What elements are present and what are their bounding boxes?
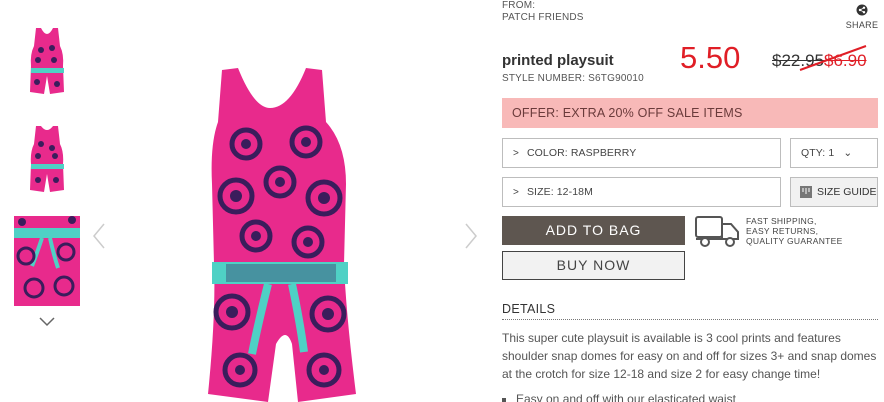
product-title: printed playsuit xyxy=(502,52,614,69)
chevron-down-icon: ⌄ xyxy=(843,147,853,159)
shipping-line: FAST SHIPPING, xyxy=(746,216,817,226)
ruler-icon xyxy=(800,186,812,198)
shipping-line: QUALITY GUARANTEE xyxy=(746,236,843,246)
from-label: FROM: xyxy=(502,0,536,11)
chevron-right-icon: > xyxy=(513,148,519,159)
size-guide-button[interactable]: SIZE GUIDE xyxy=(790,177,878,207)
shipping-line: EASY RETURNS, xyxy=(746,226,819,236)
thumbnail-front[interactable] xyxy=(14,26,80,98)
product-image xyxy=(208,68,356,402)
details-bullet: Easy on and off with our elasticated wai… xyxy=(502,392,736,402)
bullet-text: Easy on and off with our elasticated wai… xyxy=(516,392,736,402)
size-guide-label: SIZE GUIDE xyxy=(817,186,877,198)
details-heading: DETAILS xyxy=(502,302,556,316)
color-selector[interactable]: > COLOR: RASPBERRY xyxy=(502,138,781,168)
share-label: SHARE xyxy=(845,20,879,30)
thumbnail-back[interactable] xyxy=(14,124,80,196)
shipping-info: FAST SHIPPING, EASY RETURNS, QUALITY GUA… xyxy=(746,216,843,246)
share-button[interactable]: SHARE xyxy=(842,4,882,30)
thumbnail-detail[interactable] xyxy=(14,216,80,306)
details-description: This super cute playsuit is available is… xyxy=(502,331,877,381)
bullet-icon xyxy=(502,397,506,402)
offer-banner: OFFER: EXTRA 20% OFF SALE ITEMS xyxy=(502,98,878,128)
size-label: SIZE: 12-18M xyxy=(526,186,593,198)
quantity-label: QTY: 1 xyxy=(801,147,835,159)
details-divider xyxy=(502,319,878,320)
brand-link[interactable]: PATCH FRIENDS xyxy=(502,12,584,24)
chevron-left-icon[interactable] xyxy=(92,222,106,250)
buy-now-button[interactable]: BUY NOW xyxy=(502,251,685,280)
style-number: STYLE NUMBER: S6TG90010 xyxy=(502,73,644,84)
sale-price: 5.50 xyxy=(680,40,741,75)
quantity-selector[interactable]: QTY: 1 ⌄ xyxy=(790,138,878,168)
color-label: COLOR: RASPBERRY xyxy=(526,147,637,159)
add-to-bag-button[interactable]: ADD TO BAG xyxy=(502,216,685,245)
chevron-down-icon[interactable] xyxy=(38,316,56,328)
share-icon xyxy=(856,4,868,16)
chevron-right-icon[interactable] xyxy=(464,222,478,250)
size-selector[interactable]: > SIZE: 12-18M xyxy=(502,177,781,207)
truck-icon xyxy=(695,216,739,247)
chevron-right-icon: > xyxy=(513,187,519,198)
price-strike-icon xyxy=(799,45,867,71)
